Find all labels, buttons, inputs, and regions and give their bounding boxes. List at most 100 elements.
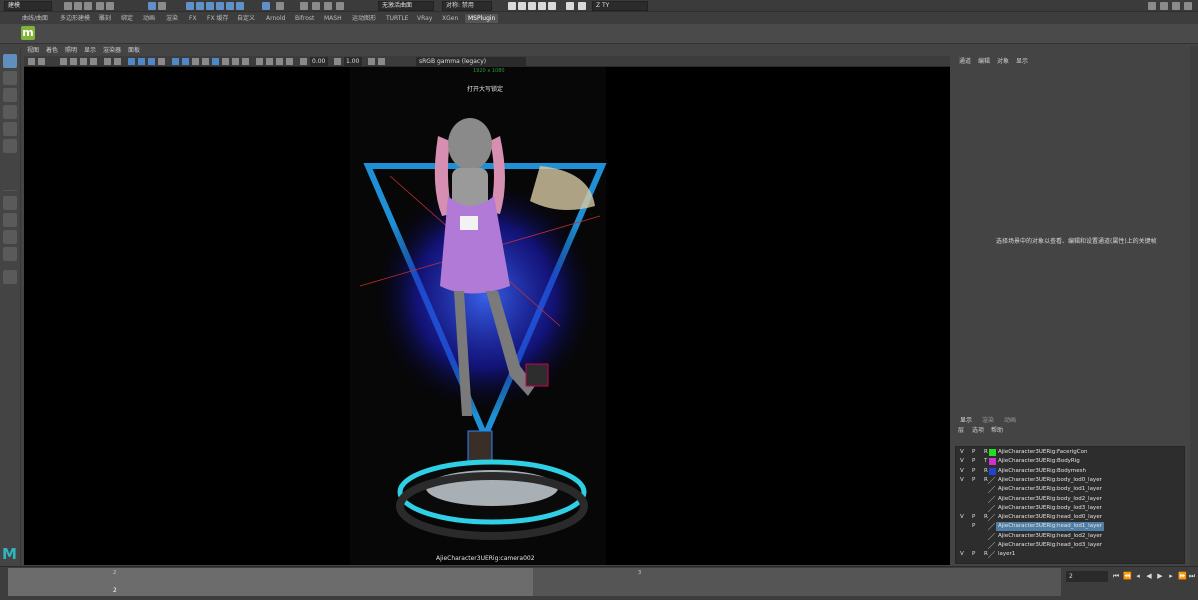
side-tab-bar[interactable] xyxy=(1190,46,1198,566)
step-forward-key-icon[interactable]: ⏩ xyxy=(1178,572,1187,580)
layer-color-swatch[interactable] xyxy=(988,495,995,503)
layer-row[interactable]: V P T AjieCharacter3UERig:BodyRig xyxy=(956,457,1184,466)
msplugin-shelf-button[interactable]: m xyxy=(21,26,35,40)
shelf-tab-animation[interactable]: 动画 xyxy=(143,14,155,23)
textured-icon[interactable] xyxy=(192,58,199,65)
isolate-select-icon[interactable] xyxy=(256,58,263,65)
go-to-end-icon[interactable]: ⏭ xyxy=(1188,572,1196,580)
field-chart-icon[interactable] xyxy=(148,58,155,65)
shelf-tab-curves[interactable]: 曲线/曲面 xyxy=(22,14,48,23)
search-tool-icon[interactable] xyxy=(3,270,17,284)
layer-color-swatch[interactable] xyxy=(988,551,995,559)
menu-shading[interactable]: 着色 xyxy=(46,47,58,55)
shelf-tab-fx-cache[interactable]: FX 缓存 xyxy=(207,14,228,23)
exposure-icon[interactable] xyxy=(300,58,307,65)
xray-joints-icon[interactable] xyxy=(276,58,283,65)
undo-icon[interactable] xyxy=(96,2,104,10)
shelf-tab-sculpt[interactable]: 雕刻 xyxy=(99,14,111,23)
shelf-tab-custom[interactable]: 自定义 xyxy=(237,14,255,23)
shelf-tab-turtle[interactable]: TURTLE xyxy=(386,14,409,23)
pause-icon[interactable] xyxy=(566,2,574,10)
xray-icon[interactable] xyxy=(266,58,273,65)
grease-pencil-icon[interactable] xyxy=(90,58,97,65)
layer-display-type-toggle[interactable]: R xyxy=(984,467,988,476)
save-scene-icon[interactable] xyxy=(84,2,92,10)
color-management-icon[interactable] xyxy=(378,58,385,65)
character-render[interactable] xyxy=(360,96,620,546)
history-icon[interactable] xyxy=(262,2,270,10)
safe-action-icon[interactable] xyxy=(158,58,165,65)
shelf-tab-fx[interactable]: FX xyxy=(189,14,197,23)
layer-color-swatch[interactable] xyxy=(988,532,995,540)
layer-row[interactable]: V P Rlayer1 xyxy=(956,550,1184,559)
shelf-tab-bifrost[interactable]: Bifrost xyxy=(295,14,314,23)
play-forward-icon[interactable]: ▶ xyxy=(1156,572,1164,580)
layer-row[interactable]: V P R AjieCharacter3UERig:head_lod0_layer xyxy=(956,513,1184,522)
step-forward-frame-icon[interactable]: ▸ xyxy=(1167,572,1175,580)
outliner-layout-icon[interactable] xyxy=(3,247,17,261)
move-tool-icon[interactable] xyxy=(3,105,17,119)
render-current-icon[interactable] xyxy=(312,2,320,10)
menu-channels[interactable]: 通道 xyxy=(959,57,971,66)
step-back-key-icon[interactable]: ⏪ xyxy=(1123,572,1132,580)
bookmark-icon[interactable] xyxy=(60,58,67,65)
menu-renderer[interactable]: 渲染器 xyxy=(103,47,121,55)
render-settings-icon[interactable] xyxy=(336,2,344,10)
layer-row[interactable]: P AjieCharacter3UERig:head_lod1_layer xyxy=(956,522,1184,532)
snap-view-icon[interactable] xyxy=(216,2,224,10)
rotate-tool-icon[interactable] xyxy=(3,122,17,136)
layer-visible-toggle[interactable]: V xyxy=(960,448,964,457)
layer-playback-toggle[interactable]: P xyxy=(972,457,975,466)
snap-point-icon[interactable] xyxy=(206,2,214,10)
step-back-frame-icon[interactable]: ◂ xyxy=(1134,572,1142,580)
layer-playback-toggle[interactable]: P xyxy=(972,467,975,476)
shelf-tab-msplugin[interactable]: MSPlugin xyxy=(465,14,499,23)
sidebar-toggle-icon[interactable] xyxy=(508,2,516,10)
resolution-gate-icon[interactable] xyxy=(128,58,135,65)
2d-pan-zoom-icon[interactable] xyxy=(80,58,87,65)
layer-color-swatch[interactable] xyxy=(989,467,996,475)
redo-icon[interactable] xyxy=(106,2,114,10)
tool-settings-icon[interactable] xyxy=(538,2,546,10)
open-scene-icon[interactable] xyxy=(74,2,82,10)
workspace-dropdown[interactable]: Z TY xyxy=(592,1,648,11)
shelf-tab-xgen[interactable]: XGen xyxy=(442,14,458,23)
ambient-occlusion-icon[interactable] xyxy=(222,58,229,65)
new-scene-icon[interactable] xyxy=(64,2,72,10)
layer-color-swatch[interactable] xyxy=(988,523,995,531)
smooth-shade-icon[interactable] xyxy=(182,58,189,65)
layer-visible-toggle[interactable]: V xyxy=(960,457,964,466)
layer-row[interactable]: AjieCharacter3UERig:body_lod3_layer xyxy=(956,504,1184,513)
layer-row[interactable]: V P R AjieCharacter3UERig:FacerigCon xyxy=(956,448,1184,457)
layer-visible-toggle[interactable]: V xyxy=(960,513,964,522)
layer-visible-toggle[interactable]: V xyxy=(960,467,964,476)
gamma-field[interactable]: 1.00 xyxy=(344,57,362,66)
menu-object[interactable]: 对象 xyxy=(997,57,1009,66)
four-view-icon[interactable] xyxy=(3,213,17,227)
layer-row[interactable]: V P R AjieCharacter3UERig:body_lod0_layer xyxy=(956,476,1184,485)
layer-color-swatch[interactable] xyxy=(989,449,996,456)
menu-display[interactable]: 显示 xyxy=(1016,57,1028,66)
layer-row[interactable]: AjieCharacter3UERig:body_lod2_layer xyxy=(956,495,1184,504)
layer-visible-toggle[interactable]: V xyxy=(960,550,964,559)
shelf-tab-rendering[interactable]: 渲染 xyxy=(166,14,178,23)
channel-box-icon[interactable] xyxy=(548,2,556,10)
layer-row[interactable]: AjieCharacter3UERig:body_lod1_layer xyxy=(956,485,1184,494)
shelf-tab-polygons[interactable]: 多边形建模 xyxy=(60,14,90,23)
viewport-icon[interactable] xyxy=(578,2,586,10)
layer-playback-toggle[interactable]: P xyxy=(972,513,975,522)
layer-playback-toggle[interactable]: P xyxy=(972,522,975,531)
minimize-icon[interactable] xyxy=(1160,2,1168,10)
layer-color-swatch[interactable] xyxy=(988,514,995,522)
layer-row[interactable]: AjieCharacter3UERig:head_lod2_layer xyxy=(956,532,1184,541)
lock-icon[interactable] xyxy=(276,2,284,10)
play-backward-icon[interactable]: ◀ xyxy=(1145,572,1153,580)
snap-vertex-icon[interactable] xyxy=(236,2,244,10)
motion-blur-icon[interactable] xyxy=(232,58,239,65)
layer-color-swatch[interactable] xyxy=(988,476,995,484)
menu-panels[interactable]: 面板 xyxy=(128,47,140,55)
menu-help[interactable]: 帮助 xyxy=(991,427,1003,435)
layer-display-type-toggle[interactable]: R xyxy=(984,448,988,457)
select-object-icon[interactable] xyxy=(158,2,166,10)
exposure-field[interactable]: 0.00 xyxy=(310,57,328,66)
